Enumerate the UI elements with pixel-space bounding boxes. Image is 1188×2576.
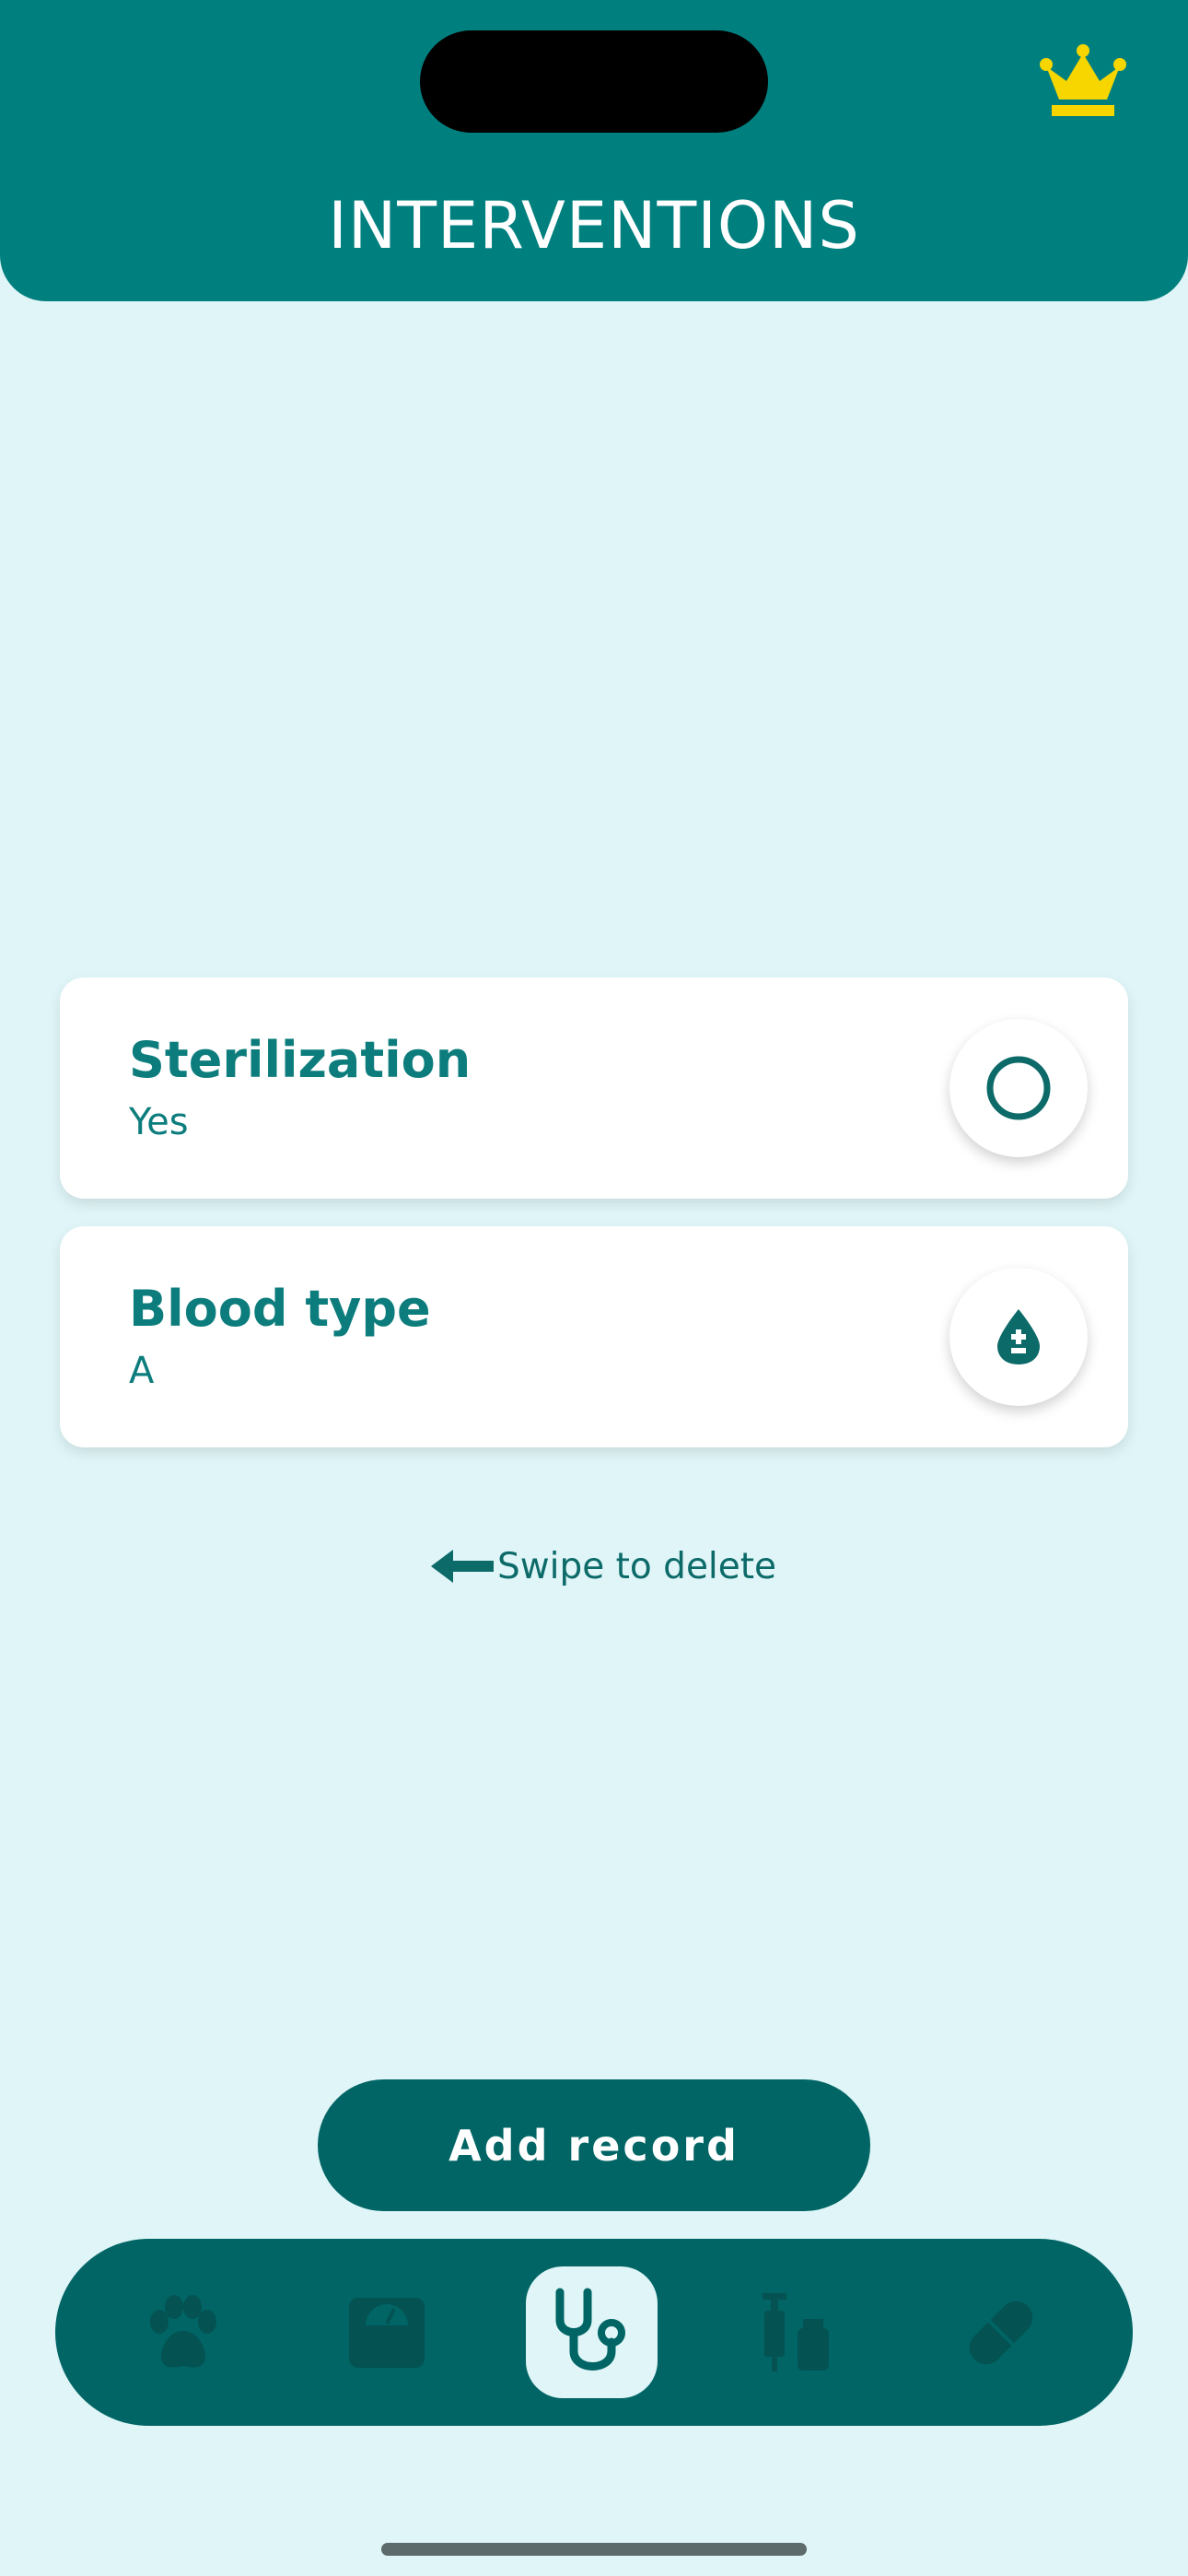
page-title: INTERVENTIONS bbox=[328, 188, 860, 263]
tab-vaccines[interactable] bbox=[730, 2266, 862, 2398]
tab-weight[interactable] bbox=[320, 2266, 452, 2398]
record-icon-button[interactable] bbox=[949, 1268, 1088, 1406]
record-title: Sterilization bbox=[129, 1031, 472, 1089]
pill-icon bbox=[969, 2301, 1032, 2364]
home-indicator bbox=[381, 2543, 807, 2556]
record-value: A bbox=[129, 1350, 155, 1392]
add-record-button[interactable]: Add record bbox=[318, 2079, 870, 2211]
blood-drop-icon bbox=[997, 1309, 1040, 1364]
record-card-sterilization[interactable]: Sterilization Yes bbox=[60, 978, 1128, 1199]
tab-medication[interactable] bbox=[935, 2266, 1066, 2398]
swipe-hint-text: Swipe to delete bbox=[497, 1545, 777, 1587]
tab-paw[interactable] bbox=[116, 2266, 248, 2398]
record-value: Yes bbox=[129, 1101, 189, 1143]
swipe-hint: Swipe to delete bbox=[431, 1540, 776, 1592]
syringe-vial-icon bbox=[762, 2292, 829, 2371]
dynamic-island bbox=[420, 30, 768, 133]
paw-icon bbox=[149, 2294, 216, 2368]
arrow-left-icon bbox=[431, 1550, 494, 1583]
circle-outline-icon bbox=[986, 1056, 1051, 1120]
tab-interventions[interactable] bbox=[526, 2266, 658, 2398]
app-header: INTERVENTIONS bbox=[0, 0, 1188, 301]
scale-icon bbox=[348, 2297, 425, 2368]
record-card-blood-type[interactable]: Blood type A bbox=[60, 1226, 1128, 1447]
record-title: Blood type bbox=[129, 1280, 431, 1338]
crown-icon[interactable] bbox=[1039, 44, 1127, 122]
stethoscope-icon bbox=[555, 2288, 625, 2371]
bottom-tab-bar bbox=[55, 2239, 1133, 2426]
record-icon-button[interactable] bbox=[949, 1019, 1088, 1157]
